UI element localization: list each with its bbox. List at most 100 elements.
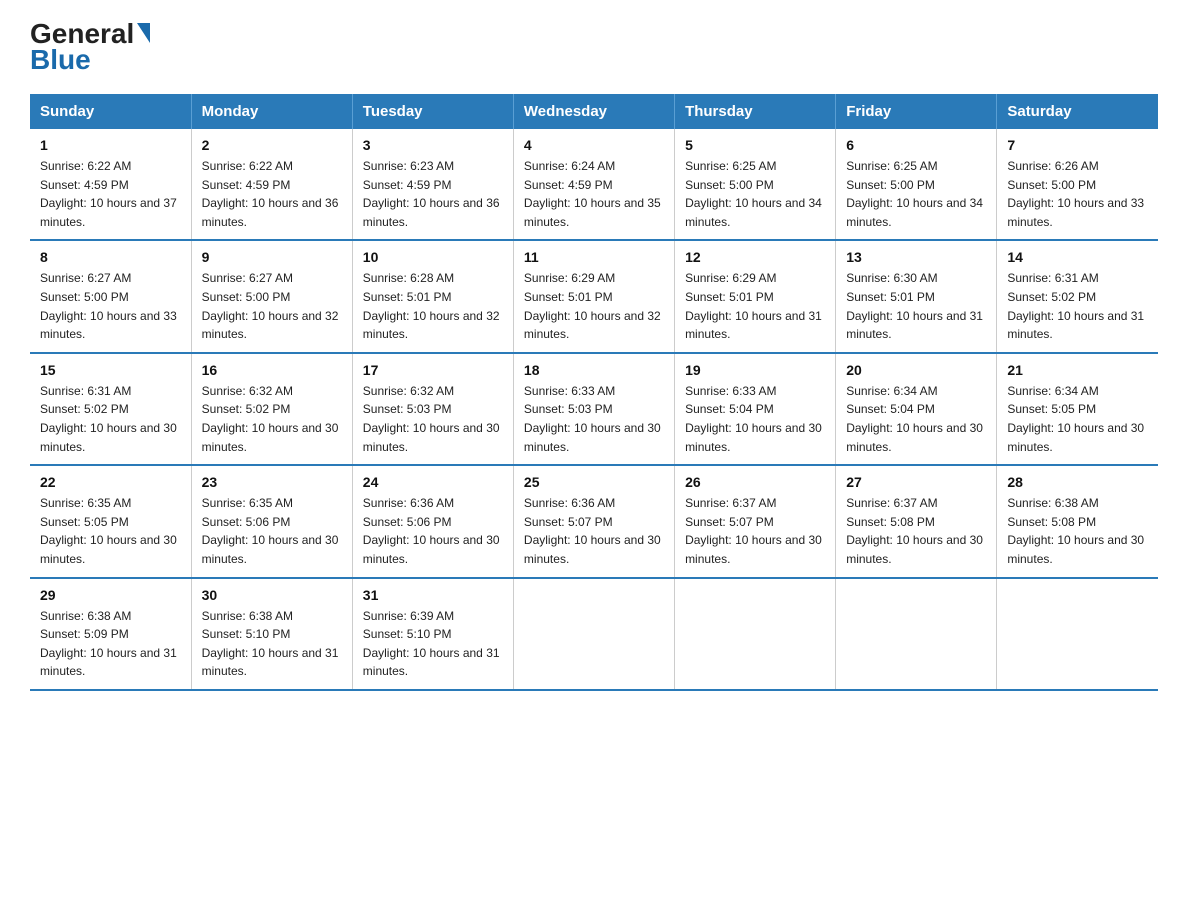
week-row-3: 15 Sunrise: 6:31 AMSunset: 5:02 PMDaylig… <box>30 353 1158 465</box>
day-cell <box>675 578 836 690</box>
day-number: 14 <box>1007 249 1148 265</box>
day-number: 25 <box>524 474 664 490</box>
day-cell: 26 Sunrise: 6:37 AMSunset: 5:07 PMDaylig… <box>675 465 836 577</box>
day-cell: 22 Sunrise: 6:35 AMSunset: 5:05 PMDaylig… <box>30 465 191 577</box>
day-number: 12 <box>685 249 825 265</box>
day-cell <box>997 578 1158 690</box>
day-cell: 14 Sunrise: 6:31 AMSunset: 5:02 PMDaylig… <box>997 240 1158 352</box>
day-cell: 19 Sunrise: 6:33 AMSunset: 5:04 PMDaylig… <box>675 353 836 465</box>
day-number: 26 <box>685 474 825 490</box>
day-cell: 7 Sunrise: 6:26 AMSunset: 5:00 PMDayligh… <box>997 129 1158 240</box>
day-number: 4 <box>524 137 664 153</box>
day-number: 11 <box>524 249 664 265</box>
day-info: Sunrise: 6:32 AMSunset: 5:03 PMDaylight:… <box>363 382 503 456</box>
day-number: 3 <box>363 137 503 153</box>
day-cell: 27 Sunrise: 6:37 AMSunset: 5:08 PMDaylig… <box>836 465 997 577</box>
day-cell: 13 Sunrise: 6:30 AMSunset: 5:01 PMDaylig… <box>836 240 997 352</box>
day-cell: 12 Sunrise: 6:29 AMSunset: 5:01 PMDaylig… <box>675 240 836 352</box>
day-info: Sunrise: 6:31 AMSunset: 5:02 PMDaylight:… <box>1007 269 1148 343</box>
day-cell: 8 Sunrise: 6:27 AMSunset: 5:00 PMDayligh… <box>30 240 191 352</box>
page-header: General Blue <box>30 20 1158 76</box>
col-header-monday: Monday <box>191 94 352 129</box>
day-info: Sunrise: 6:28 AMSunset: 5:01 PMDaylight:… <box>363 269 503 343</box>
day-info: Sunrise: 6:33 AMSunset: 5:04 PMDaylight:… <box>685 382 825 456</box>
day-info: Sunrise: 6:33 AMSunset: 5:03 PMDaylight:… <box>524 382 664 456</box>
day-info: Sunrise: 6:23 AMSunset: 4:59 PMDaylight:… <box>363 157 503 231</box>
day-cell: 5 Sunrise: 6:25 AMSunset: 5:00 PMDayligh… <box>675 129 836 240</box>
col-header-tuesday: Tuesday <box>352 94 513 129</box>
day-info: Sunrise: 6:38 AMSunset: 5:08 PMDaylight:… <box>1007 494 1148 568</box>
day-number: 7 <box>1007 137 1148 153</box>
day-cell: 28 Sunrise: 6:38 AMSunset: 5:08 PMDaylig… <box>997 465 1158 577</box>
week-row-4: 22 Sunrise: 6:35 AMSunset: 5:05 PMDaylig… <box>30 465 1158 577</box>
day-cell: 16 Sunrise: 6:32 AMSunset: 5:02 PMDaylig… <box>191 353 352 465</box>
day-cell: 6 Sunrise: 6:25 AMSunset: 5:00 PMDayligh… <box>836 129 997 240</box>
day-cell: 17 Sunrise: 6:32 AMSunset: 5:03 PMDaylig… <box>352 353 513 465</box>
day-cell: 29 Sunrise: 6:38 AMSunset: 5:09 PMDaylig… <box>30 578 191 690</box>
col-header-saturday: Saturday <box>997 94 1158 129</box>
day-cell: 18 Sunrise: 6:33 AMSunset: 5:03 PMDaylig… <box>513 353 674 465</box>
day-number: 24 <box>363 474 503 490</box>
week-row-2: 8 Sunrise: 6:27 AMSunset: 5:00 PMDayligh… <box>30 240 1158 352</box>
day-cell: 3 Sunrise: 6:23 AMSunset: 4:59 PMDayligh… <box>352 129 513 240</box>
day-number: 22 <box>40 474 181 490</box>
day-cell: 31 Sunrise: 6:39 AMSunset: 5:10 PMDaylig… <box>352 578 513 690</box>
day-info: Sunrise: 6:30 AMSunset: 5:01 PMDaylight:… <box>846 269 986 343</box>
day-number: 23 <box>202 474 342 490</box>
day-cell: 4 Sunrise: 6:24 AMSunset: 4:59 PMDayligh… <box>513 129 674 240</box>
day-info: Sunrise: 6:24 AMSunset: 4:59 PMDaylight:… <box>524 157 664 231</box>
col-header-friday: Friday <box>836 94 997 129</box>
day-cell: 10 Sunrise: 6:28 AMSunset: 5:01 PMDaylig… <box>352 240 513 352</box>
day-info: Sunrise: 6:36 AMSunset: 5:07 PMDaylight:… <box>524 494 664 568</box>
day-number: 10 <box>363 249 503 265</box>
day-cell: 1 Sunrise: 6:22 AMSunset: 4:59 PMDayligh… <box>30 129 191 240</box>
calendar-header-row: SundayMondayTuesdayWednesdayThursdayFrid… <box>30 94 1158 129</box>
day-cell: 23 Sunrise: 6:35 AMSunset: 5:06 PMDaylig… <box>191 465 352 577</box>
day-cell: 15 Sunrise: 6:31 AMSunset: 5:02 PMDaylig… <box>30 353 191 465</box>
day-info: Sunrise: 6:25 AMSunset: 5:00 PMDaylight:… <box>846 157 986 231</box>
week-row-5: 29 Sunrise: 6:38 AMSunset: 5:09 PMDaylig… <box>30 578 1158 690</box>
day-number: 15 <box>40 362 181 378</box>
day-cell: 11 Sunrise: 6:29 AMSunset: 5:01 PMDaylig… <box>513 240 674 352</box>
day-cell <box>513 578 674 690</box>
logo-blue: Blue <box>30 44 91 76</box>
logo-arrow-icon <box>137 23 150 43</box>
day-info: Sunrise: 6:39 AMSunset: 5:10 PMDaylight:… <box>363 607 503 681</box>
day-info: Sunrise: 6:29 AMSunset: 5:01 PMDaylight:… <box>524 269 664 343</box>
day-number: 31 <box>363 587 503 603</box>
day-info: Sunrise: 6:36 AMSunset: 5:06 PMDaylight:… <box>363 494 503 568</box>
day-number: 27 <box>846 474 986 490</box>
day-number: 9 <box>202 249 342 265</box>
day-info: Sunrise: 6:37 AMSunset: 5:08 PMDaylight:… <box>846 494 986 568</box>
day-info: Sunrise: 6:27 AMSunset: 5:00 PMDaylight:… <box>40 269 181 343</box>
logo: General Blue <box>30 20 150 76</box>
day-info: Sunrise: 6:22 AMSunset: 4:59 PMDaylight:… <box>202 157 342 231</box>
day-cell: 24 Sunrise: 6:36 AMSunset: 5:06 PMDaylig… <box>352 465 513 577</box>
calendar-table: SundayMondayTuesdayWednesdayThursdayFrid… <box>30 94 1158 691</box>
week-row-1: 1 Sunrise: 6:22 AMSunset: 4:59 PMDayligh… <box>30 129 1158 240</box>
day-cell <box>836 578 997 690</box>
col-header-sunday: Sunday <box>30 94 191 129</box>
day-cell: 25 Sunrise: 6:36 AMSunset: 5:07 PMDaylig… <box>513 465 674 577</box>
day-number: 13 <box>846 249 986 265</box>
day-info: Sunrise: 6:32 AMSunset: 5:02 PMDaylight:… <box>202 382 342 456</box>
day-cell: 20 Sunrise: 6:34 AMSunset: 5:04 PMDaylig… <box>836 353 997 465</box>
day-number: 8 <box>40 249 181 265</box>
day-number: 6 <box>846 137 986 153</box>
day-number: 17 <box>363 362 503 378</box>
day-number: 20 <box>846 362 986 378</box>
day-info: Sunrise: 6:29 AMSunset: 5:01 PMDaylight:… <box>685 269 825 343</box>
col-header-wednesday: Wednesday <box>513 94 674 129</box>
col-header-thursday: Thursday <box>675 94 836 129</box>
day-number: 2 <box>202 137 342 153</box>
day-info: Sunrise: 6:27 AMSunset: 5:00 PMDaylight:… <box>202 269 342 343</box>
day-info: Sunrise: 6:38 AMSunset: 5:09 PMDaylight:… <box>40 607 181 681</box>
day-info: Sunrise: 6:37 AMSunset: 5:07 PMDaylight:… <box>685 494 825 568</box>
day-info: Sunrise: 6:35 AMSunset: 5:05 PMDaylight:… <box>40 494 181 568</box>
day-number: 28 <box>1007 474 1148 490</box>
day-number: 30 <box>202 587 342 603</box>
day-number: 29 <box>40 587 181 603</box>
day-cell: 21 Sunrise: 6:34 AMSunset: 5:05 PMDaylig… <box>997 353 1158 465</box>
day-info: Sunrise: 6:25 AMSunset: 5:00 PMDaylight:… <box>685 157 825 231</box>
day-info: Sunrise: 6:35 AMSunset: 5:06 PMDaylight:… <box>202 494 342 568</box>
